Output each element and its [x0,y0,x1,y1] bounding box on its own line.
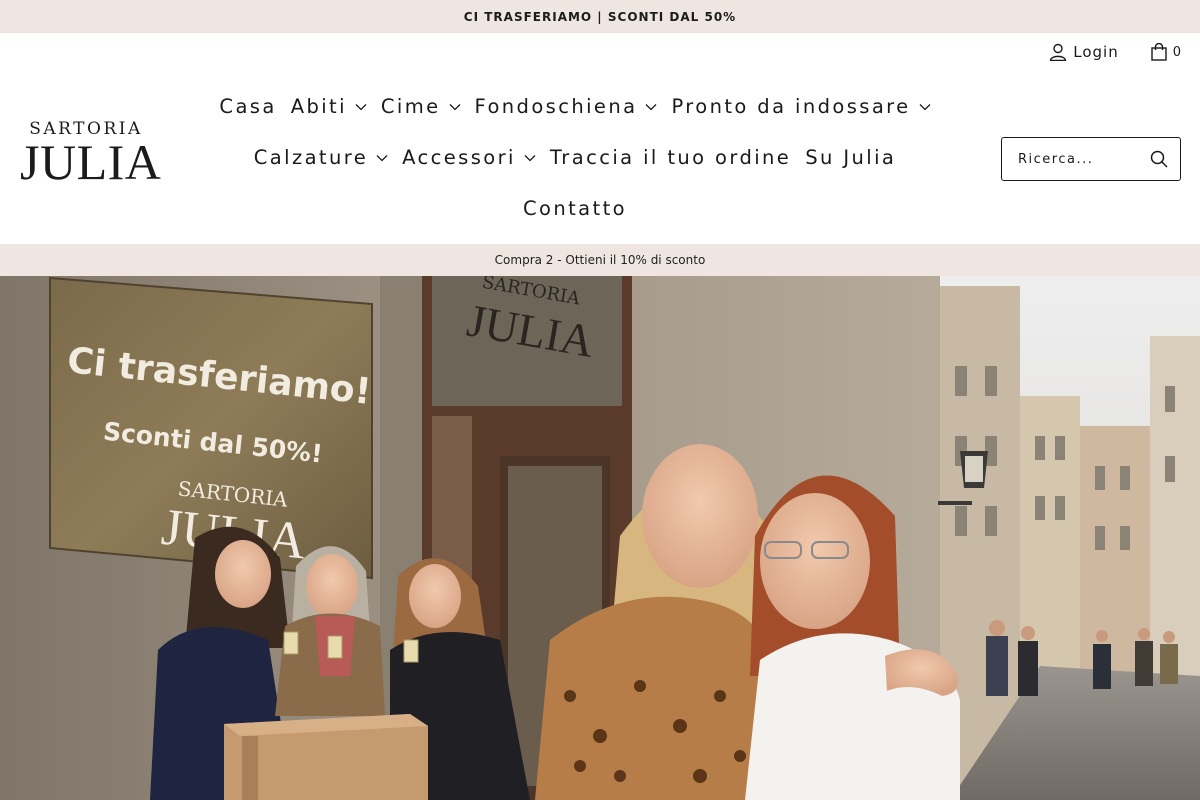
nav-label: Contatto [523,197,627,220]
nav-label: Cime [380,95,441,118]
nav-item-contatto[interactable]: Contatto [523,197,627,220]
hero-image[interactable]: SARTORIA JULIA Ci trasferiamo! Sconti da… [0,276,1200,800]
nav-row-1: Casa Abiti Cime Fondoschiena Pronto da i… [165,81,985,132]
cart-link[interactable]: 0 [1151,43,1182,61]
nav-item-fondoschiena[interactable]: Fondoschiena [475,95,658,118]
nav-row-3: Contatto [165,183,985,234]
announcement-bar: CI TRASFERIAMO | SCONTI DAL 50% [0,0,1200,33]
nav-label: Pronto da indossare [671,95,911,118]
chevron-down-icon [524,154,536,161]
nav-item-cime[interactable]: Cime [381,95,461,118]
user-icon [1050,43,1067,61]
nav-label: Su Julia [805,146,897,169]
site-logo[interactable]: SARTORIA JULIA [20,119,162,190]
shopping-bag-icon [1151,43,1167,61]
nav-item-traccia-ordine[interactable]: Traccia il tuo ordine [550,146,791,169]
nav-label: Accessori [402,146,516,169]
login-label: Login [1073,43,1119,61]
nav-item-casa[interactable]: Casa [219,95,276,118]
main-nav: Casa Abiti Cime Fondoschiena Pronto da i… [165,81,985,234]
chevron-down-icon [355,103,367,110]
chevron-down-icon [645,103,657,110]
nav-item-calzature[interactable]: Calzature [254,146,388,169]
search-box [1001,137,1181,181]
logo-main-text: JULIA [20,134,162,190]
promo-text: Compra 2 - Ottieni il 10% di sconto [494,253,706,267]
utility-nav: Login 0 [1049,43,1182,61]
promo-banner: Compra 2 - Ottieni il 10% di sconto [0,244,1200,276]
nav-label: Fondoschiena [474,95,638,118]
chevron-down-icon [376,154,388,161]
search-input[interactable] [1018,151,1150,167]
nav-label: Casa [219,95,277,118]
nav-item-accessori[interactable]: Accessori [402,146,536,169]
chevron-down-icon [449,103,461,110]
cart-count: 0 [1172,44,1182,60]
nav-item-abiti[interactable]: Abiti [291,95,367,118]
nav-label: Abiti [290,95,347,118]
search-icon[interactable] [1150,150,1168,168]
announcement-text: CI TRASFERIAMO | SCONTI DAL 50% [463,9,737,24]
hero-illustration: SARTORIA JULIA Ci trasferiamo! Sconti da… [0,276,1200,800]
nav-label: Traccia il tuo ordine [549,146,792,169]
login-link[interactable]: Login [1049,43,1118,61]
cardboard-box [224,714,428,800]
site-header: Login 0 SARTORIA JULIA Casa Abiti Cime F… [0,33,1200,244]
chevron-down-icon [919,103,931,110]
nav-label: Calzature [253,146,369,169]
nav-item-pronto-da-indossare[interactable]: Pronto da indossare [671,95,931,118]
nav-row-2: Calzature Accessori Traccia il tuo ordin… [165,132,985,183]
nav-item-su-julia[interactable]: Su Julia [805,146,896,169]
